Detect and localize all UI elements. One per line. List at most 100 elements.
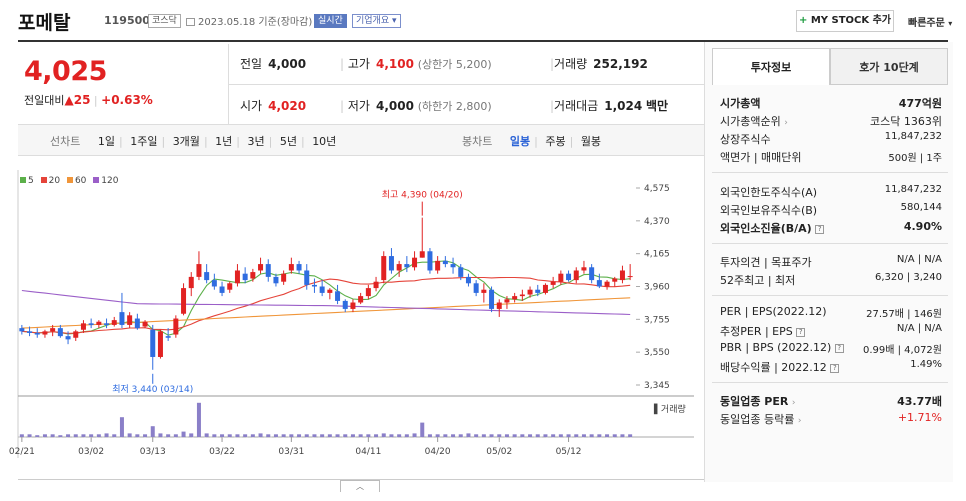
- info-icon[interactable]: ?: [830, 364, 840, 373]
- candle: [388, 256, 394, 271]
- candle: [42, 331, 48, 335]
- volume-bar: [250, 434, 255, 437]
- volume-bar: [358, 434, 363, 437]
- candle-chart-tabs: 봉차트 일봉 | 주봉 | 월봉: [462, 135, 602, 148]
- candle: [481, 289, 487, 293]
- candle: [519, 294, 525, 297]
- tab-quote-10[interactable]: 호가 10단계: [830, 48, 948, 85]
- candle: [311, 284, 317, 287]
- volume-bar: [150, 426, 155, 437]
- candle: [381, 256, 387, 281]
- pbr-bps: PBR | BPS (2022.12) ? 0.99배 | 4,072원: [720, 341, 942, 356]
- candle: [435, 260, 441, 271]
- week52-range: 52주최고 | 최저 6,320 | 3,240: [720, 272, 942, 287]
- candle: [596, 280, 602, 287]
- tab-period[interactable]: 1주일: [130, 135, 157, 148]
- candle: [181, 288, 187, 314]
- y-tick-label: 4,165: [644, 250, 670, 260]
- candle: [173, 318, 179, 335]
- per-eps: PER | EPS(2022.12) 27.57배 | 146원: [720, 305, 942, 320]
- volume-bar: [89, 434, 94, 437]
- y-tick-label: 3,550: [644, 348, 670, 358]
- est-per-eps: 추정PER | EPS ? N/A | N/A: [720, 323, 942, 338]
- volume-bar: [19, 434, 24, 437]
- info-icon[interactable]: ?: [815, 225, 825, 234]
- volume-bar: [512, 434, 517, 437]
- candle: [258, 264, 264, 271]
- tab-weekly[interactable]: 주봉: [545, 135, 565, 148]
- x-tick-label: 05/12: [556, 447, 582, 457]
- tab-daily[interactable]: 일봉: [510, 135, 530, 148]
- volume-bar: [628, 434, 633, 437]
- candle: [57, 328, 63, 337]
- chevron-down-icon: ▾: [948, 19, 953, 28]
- volume-bar: [35, 435, 40, 437]
- company-overview-dropdown[interactable]: 기업개요 ▾: [352, 13, 401, 28]
- volume-bar: [481, 434, 486, 437]
- tab-monthly[interactable]: 월봉: [581, 135, 601, 148]
- realtime-tag[interactable]: 실시간: [314, 13, 347, 28]
- market-cap: 시가총액 477억원: [720, 97, 942, 110]
- candle: [489, 289, 495, 309]
- industry-per[interactable]: 동일업종 PER › 43.77배: [720, 393, 942, 409]
- volume-bar: [327, 434, 332, 437]
- volume-bar: [320, 434, 325, 437]
- candle: [566, 273, 572, 281]
- candle: [527, 289, 533, 295]
- volume-bar: [397, 434, 402, 437]
- info-icon[interactable]: ?: [796, 328, 806, 337]
- candle: [558, 273, 564, 282]
- volume-bar: [420, 422, 425, 437]
- volume-bar: [235, 434, 240, 437]
- tab-period[interactable]: 1년: [215, 135, 232, 148]
- volume-bar: [343, 434, 348, 437]
- volume-bar: [366, 434, 371, 437]
- candle: [427, 251, 433, 271]
- tab-period[interactable]: 5년: [280, 135, 297, 148]
- candle: [80, 323, 86, 330]
- tab-period[interactable]: 3년: [248, 135, 265, 148]
- candle: [211, 280, 217, 287]
- candle: [196, 264, 202, 277]
- candle: [358, 296, 364, 303]
- volume-bar: [427, 434, 432, 437]
- tab-period[interactable]: 10년: [312, 135, 336, 148]
- quick-order-link[interactable]: 빠른주문 ▾: [908, 14, 952, 29]
- volume-bar: [451, 434, 456, 437]
- info-icon[interactable]: ?: [834, 344, 844, 353]
- volume-bar: [597, 434, 602, 437]
- volume-bar: [574, 434, 579, 437]
- x-tick-label: 05/02: [486, 447, 512, 457]
- volume-bar: [143, 434, 148, 437]
- price-chart[interactable]: 4,575 4,370 4,165 3,960 3,755 3,550 3,345 02/21…: [0, 160, 704, 465]
- candle: [442, 260, 448, 265]
- low-price: | 저가 4,000 (하한가 2,800): [340, 99, 492, 113]
- tab-invest-info[interactable]: 투자정보: [712, 48, 830, 85]
- candle: [104, 323, 110, 325]
- volume-bar: [558, 434, 563, 437]
- x-tick-label: 03/02: [78, 447, 104, 457]
- volume-bar: [81, 434, 86, 437]
- candle: [535, 289, 541, 293]
- volume-bar: [374, 434, 379, 437]
- candle: [604, 281, 610, 287]
- low-annotation: 최저 3,440 (03/14): [112, 384, 193, 395]
- candle: [227, 283, 233, 290]
- date-info: 2023.05.18 기준(장마감): [186, 13, 312, 28]
- market-cap-rank[interactable]: 시가총액순위 › 코스닥 1363위: [720, 113, 942, 129]
- industry-rate[interactable]: 동일업종 등락률 › +1.71%: [720, 411, 942, 427]
- mystock-add-button[interactable]: + MY STOCK 추가: [796, 10, 894, 32]
- volume-bar: [27, 434, 32, 437]
- dividend-yield: 배당수익률 | 2022.12 ? 1.49%: [720, 359, 942, 374]
- volume-bar: [304, 434, 309, 437]
- chart-collapse-button[interactable]: ︿: [340, 480, 380, 492]
- volume-bar: [350, 434, 355, 437]
- tab-period[interactable]: 3개월: [173, 135, 200, 148]
- candle: [373, 281, 379, 289]
- volume-bar: [589, 434, 594, 437]
- tab-period[interactable]: 1일: [98, 135, 115, 148]
- y-tick-label: 3,345: [644, 381, 670, 391]
- volume-bar: [612, 434, 617, 437]
- volume-bar: [404, 434, 409, 437]
- line-chart-periods: 선차트 1일 | 1주일 | 3개월 | 1년 | 3년 | 5년 | 10년: [50, 135, 337, 148]
